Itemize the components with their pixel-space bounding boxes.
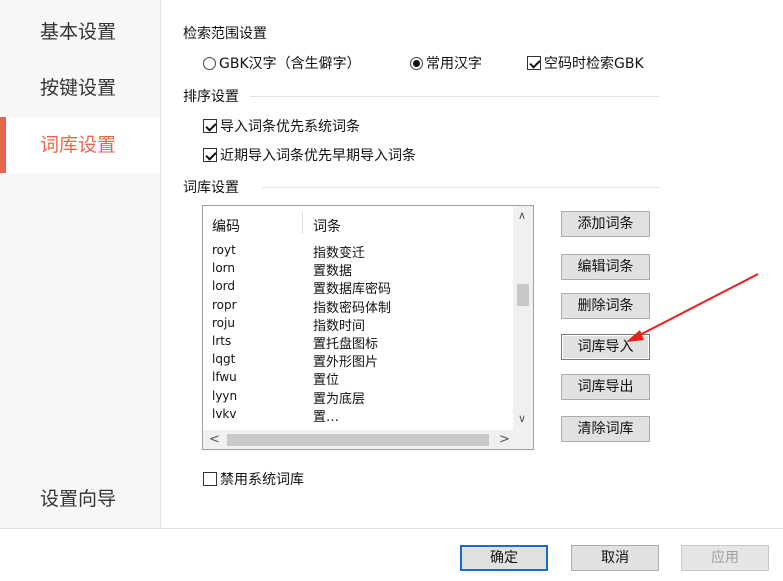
row-code: lfwu — [212, 370, 237, 385]
section-divider — [250, 96, 660, 97]
sorting-title: 排序设置 — [183, 89, 239, 105]
table-row[interactable]: lord 置数据库密码 — [203, 278, 513, 298]
scrollbar-corner — [513, 430, 533, 449]
sidebar-item-setup-wizard[interactable]: 设置向导 — [0, 471, 160, 527]
row-code: lord — [212, 279, 236, 294]
scroll-down-icon[interactable]: ∨ — [518, 412, 526, 425]
table-row[interactable]: lyyn 置为底层 — [203, 388, 513, 407]
horizontal-scroll-thumb[interactable] — [227, 434, 489, 446]
vertical-scroll-thumb[interactable] — [517, 284, 529, 306]
checkbox-label: 近期导入词条优先早期导入词条 — [220, 148, 416, 164]
radio-label: 常用汉字 — [426, 56, 482, 72]
row-code: royt — [212, 243, 236, 257]
row-word: 置托盘图标 — [313, 336, 379, 352]
dictionary-title: 词库设置 — [183, 180, 239, 196]
row-word: 置… — [313, 409, 340, 425]
row-word: 指数变迁 — [313, 246, 366, 261]
sidebar-divider — [160, 0, 161, 528]
clear-dictionary-button[interactable]: 清除词库 — [561, 416, 650, 442]
checkbox-check-icon — [203, 119, 217, 133]
table-row[interactable]: lfwu 置位 — [203, 369, 513, 389]
row-word: 置位 — [313, 373, 340, 389]
dictionary-list[interactable]: 编码 词条 royt 指数变迁 lorn 置数据 lord 置数据库密码 rop… — [202, 205, 534, 450]
radio-common-chars[interactable]: 常用汉字 — [410, 53, 482, 73]
checkbox-label: 禁用系统词库 — [220, 472, 304, 488]
sidebar-item-dictionary-settings[interactable]: 词库设置 — [0, 117, 160, 173]
checkbox-check-icon — [203, 148, 217, 162]
vertical-scrollbar[interactable]: ∧ ∨ — [513, 206, 533, 430]
radio-circle-icon — [410, 56, 423, 70]
checkbox-recent-import-priority[interactable]: 近期导入词条优先早期导入词条 — [203, 145, 416, 165]
row-code: lorn — [212, 261, 236, 276]
section-divider — [262, 187, 660, 188]
radio-circle-icon — [203, 56, 216, 70]
sidebar-item-label: 按键设置 — [40, 77, 117, 99]
column-header-code[interactable]: 编码 — [212, 216, 240, 236]
export-dictionary-button[interactable]: 词库导出 — [561, 374, 650, 400]
horizontal-scrollbar[interactable]: < > — [203, 430, 513, 449]
column-separator[interactable] — [302, 212, 303, 234]
checkbox-check-icon — [203, 472, 217, 486]
sidebar-item-label: 基本设置 — [40, 21, 117, 43]
checkbox-disable-system-dictionary[interactable]: 禁用系统词库 — [203, 469, 304, 489]
row-word: 置数据 — [313, 264, 353, 280]
apply-button[interactable]: 应用 — [681, 545, 769, 571]
table-row[interactable]: ropr 指数密码体制 — [203, 297, 513, 316]
radio-gbk-chars[interactable]: GBK汉字（含生僻字） — [203, 53, 361, 73]
scroll-left-icon[interactable]: < — [209, 432, 220, 447]
cancel-button[interactable]: 取消 — [571, 545, 659, 571]
list-header: 编码 词条 — [203, 206, 513, 242]
checkbox-label: 导入词条优先系统词条 — [220, 119, 360, 135]
row-code: lvkv — [212, 406, 237, 421]
checkbox-empty-code-gbk[interactable]: 空码时检索GBK — [527, 53, 644, 73]
search-scope-title: 检索范围设置 — [183, 26, 267, 42]
row-code: ropr — [212, 297, 237, 312]
row-code: lqgt — [212, 352, 236, 367]
footer-divider — [0, 528, 783, 529]
row-code: lyyn — [212, 388, 238, 403]
annotation-arrow-icon — [626, 273, 759, 342]
row-code: lrts — [212, 333, 232, 348]
radio-label: GBK汉字（含生僻字） — [219, 56, 361, 72]
row-word: 置为底层 — [313, 391, 366, 407]
sidebar-item-label: 设置向导 — [40, 488, 117, 510]
table-row[interactable]: roju 指数时间 — [203, 315, 513, 334]
table-row[interactable]: lqgt 置外形图片 — [203, 351, 513, 371]
checkbox-import-priority[interactable]: 导入词条优先系统词条 — [203, 116, 360, 136]
checkbox-label: 空码时检索GBK — [544, 56, 644, 72]
sidebar-item-label: 词库设置 — [40, 134, 117, 156]
row-word: 指数密码体制 — [313, 300, 392, 316]
list-rows: royt 指数变迁 lorn 置数据 lord 置数据库密码 ropr 指数密码… — [203, 242, 513, 428]
scroll-up-icon[interactable]: ∧ — [518, 209, 526, 222]
table-row[interactable]: lorn 置数据 — [203, 260, 513, 280]
sidebar-item-basic-settings[interactable]: 基本设置 — [0, 4, 160, 60]
sidebar-item-key-settings[interactable]: 按键设置 — [0, 60, 160, 116]
table-row[interactable]: lvkv 置… — [203, 406, 513, 425]
row-code: roju — [212, 315, 235, 330]
checkbox-check-icon — [527, 56, 541, 70]
add-entry-button[interactable]: 添加词条 — [561, 211, 650, 237]
table-row[interactable]: royt 指数变迁 — [203, 242, 513, 261]
scroll-right-icon[interactable]: > — [499, 432, 510, 447]
ok-button[interactable]: 确定 — [460, 545, 548, 571]
column-header-word[interactable]: 词条 — [313, 216, 341, 236]
table-row[interactable]: lrts 置托盘图标 — [203, 333, 513, 352]
row-word: 置数据库密码 — [313, 282, 392, 298]
row-word: 指数时间 — [313, 318, 366, 334]
sidebar: 基本设置 按键设置 词库设置 设置向导 — [0, 0, 160, 528]
row-word: 置外形图片 — [313, 355, 379, 371]
